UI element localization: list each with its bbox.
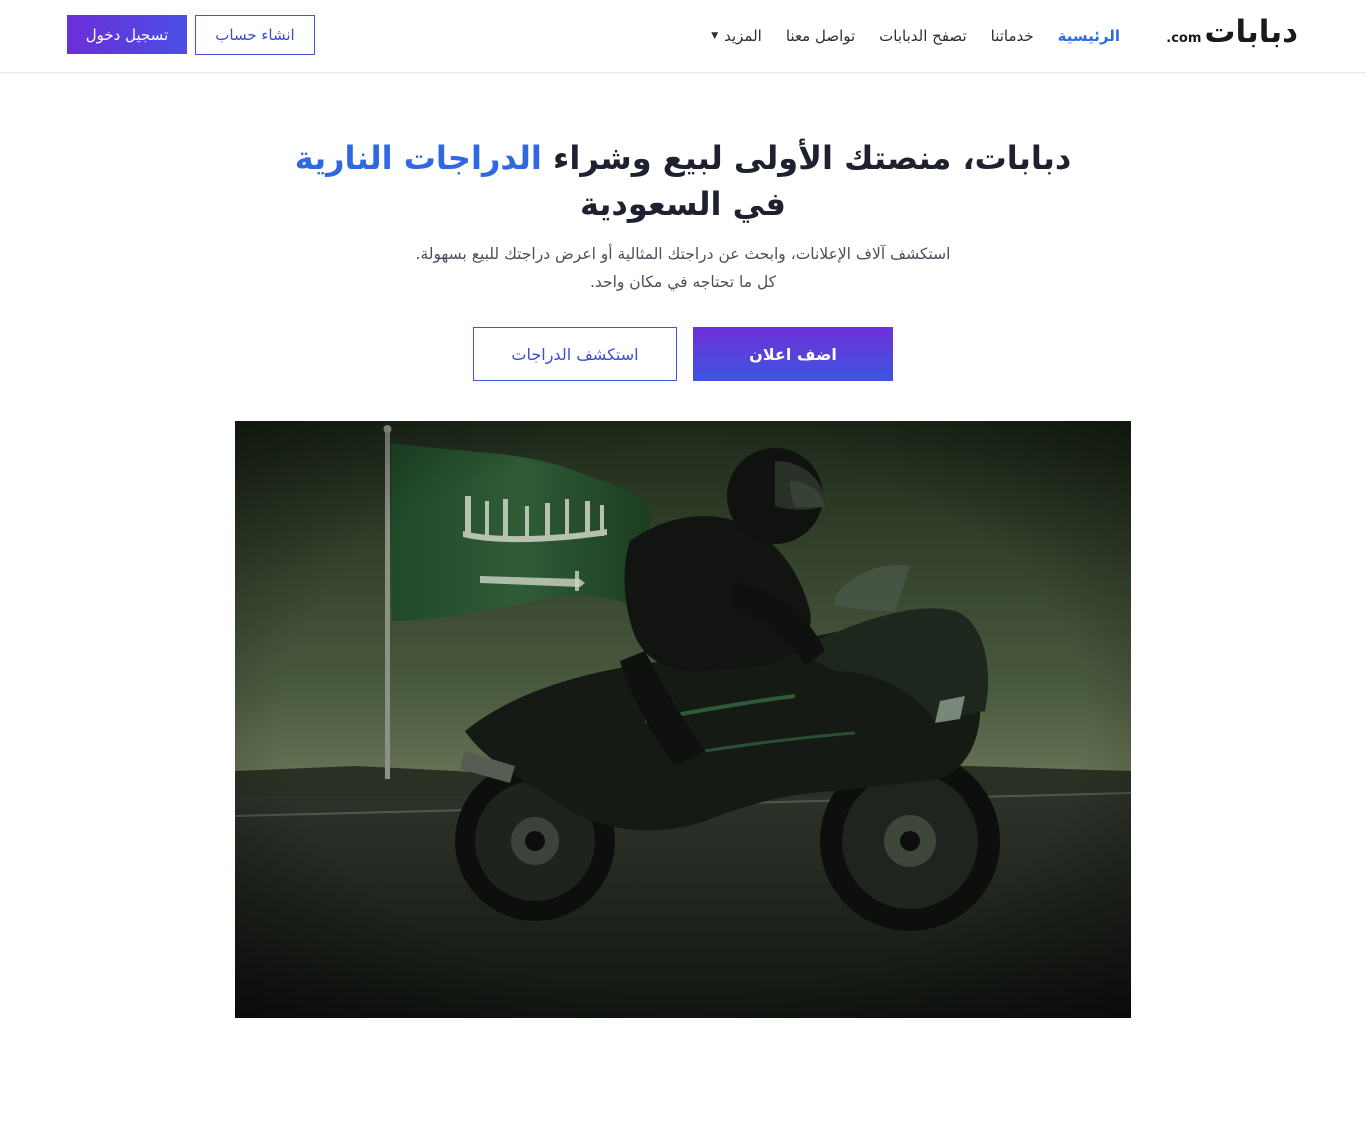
hero-subtitle: استكشف آلاف الإعلانات، وابحث عن دراجتك ا… [283,240,1083,296]
hero-image [235,421,1131,1018]
logo-name: دبابات [1204,14,1298,50]
hero-subtitle-line1: استكشف آلاف الإعلانات، وابحث عن دراجتك ا… [415,245,951,263]
login-button[interactable]: تسجيل دخول [67,15,187,54]
nav-item-home[interactable]: الرئيسية [1058,27,1120,45]
register-button[interactable]: انشاء حساب [195,15,315,55]
main-nav: الرئيسية خدماتنا تصفح الدبابات تواصل معن… [711,0,1120,72]
motorcycle-flag-illustration [235,421,1131,1018]
add-listing-button[interactable]: اضف اعلان [693,327,893,381]
explore-bikes-button[interactable]: استكشف الدراجات [473,327,677,381]
logo-suffix: .com [1166,31,1202,46]
nav-item-more[interactable]: المزيد ▼ [711,27,762,45]
hero-title-part2: في السعودية [580,185,786,223]
hero-title-accent: الدراجات النارية [294,139,542,177]
site-header: .com دبابات الرئيسية خدماتنا تصفح الدباب… [0,0,1366,73]
caret-down-icon: ▼ [711,31,719,41]
auth-buttons: تسجيل دخول انشاء حساب [67,15,315,55]
nav-item-services[interactable]: خدماتنا [991,27,1034,45]
hero-title: دبابات، منصتك الأولى لبيع وشراء الدراجات… [260,135,1106,227]
nav-item-browse[interactable]: تصفح الدبابات [879,27,966,45]
hero-title-part1: دبابات، منصتك الأولى لبيع وشراء [552,139,1072,177]
hero-subtitle-line2: كل ما تحتاجه في مكان واحد. [589,273,777,291]
site-logo[interactable]: .com دبابات [1166,14,1298,50]
nav-item-more-label: المزيد [724,27,762,45]
nav-item-contact[interactable]: تواصل معنا [786,27,855,45]
